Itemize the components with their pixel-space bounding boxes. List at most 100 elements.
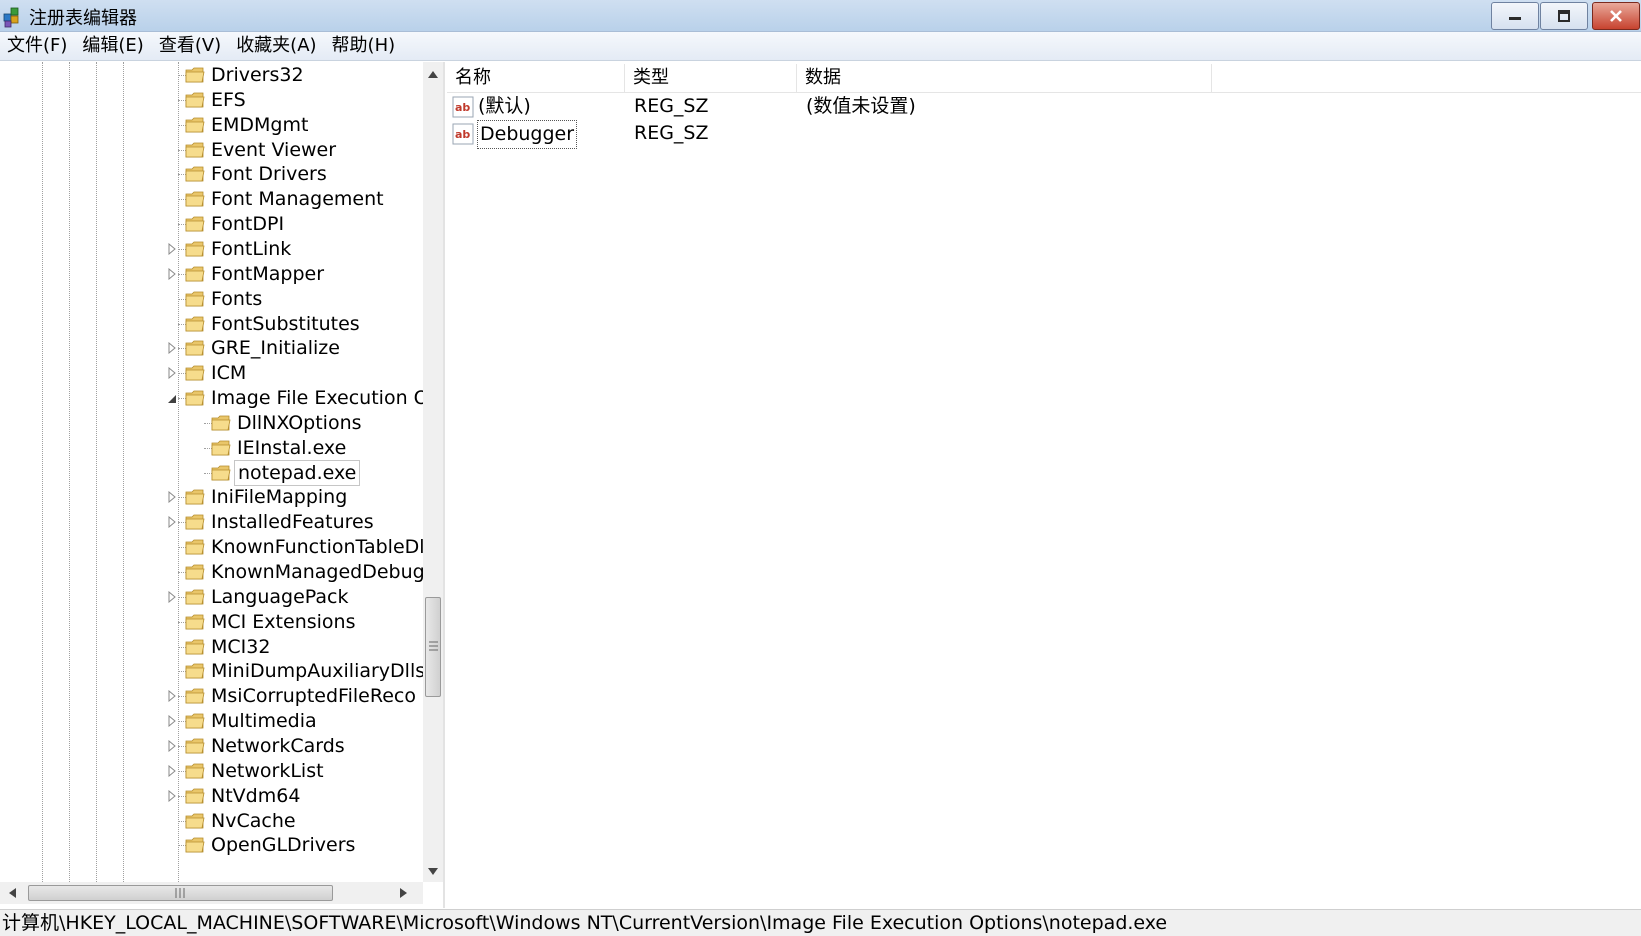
menu-view[interactable]: 查看(V) (152, 32, 229, 60)
tree-item-label: ICM (211, 362, 247, 385)
menu-file[interactable]: 文件(F) (0, 32, 75, 60)
maximize-button[interactable] (1540, 2, 1588, 30)
scroll-down-icon[interactable] (428, 868, 438, 876)
tree-item[interactable]: NtVdm64 (0, 783, 420, 809)
folder-icon (185, 117, 205, 133)
tree-item[interactable]: MiniDumpAuxiliaryDlls (0, 658, 425, 684)
grip-icon (175, 888, 185, 898)
folder-icon (185, 316, 205, 331)
column-header-name[interactable]: 名称 (447, 64, 625, 92)
menu-favorites[interactable]: 收藏夹(A) (229, 32, 324, 60)
folder-icon (185, 365, 205, 381)
tree-item[interactable]: IEInstal.exe (0, 435, 420, 461)
tree-expand-icon[interactable] (167, 764, 177, 777)
tree-item[interactable]: OpenGLDrivers (0, 832, 420, 858)
tree-item[interactable]: GRE_Initialize (0, 335, 420, 361)
tree-item-label: KnownFunctionTableDl (211, 536, 425, 559)
tree-expand-icon[interactable] (167, 491, 177, 504)
tree-item-label: FontDPI (211, 213, 285, 236)
tree-expand-icon[interactable] (167, 739, 177, 752)
tree-item[interactable]: DllNXOptions (0, 410, 420, 436)
value-row[interactable]: ab (默认) REG_SZ (数值未设置) (447, 93, 1641, 120)
tree-item-label: Drivers32 (211, 64, 304, 86)
folder-icon (185, 514, 205, 530)
scroll-up-icon[interactable] (428, 70, 438, 78)
tree-item[interactable]: IniFileMapping (0, 484, 420, 510)
scroll-left-icon[interactable] (8, 888, 16, 898)
close-button[interactable] (1592, 2, 1640, 30)
column-header-type[interactable]: 类型 (625, 64, 797, 92)
tree-item[interactable]: FontSubstitutes (0, 311, 420, 337)
tree-item-label: FontLink (211, 237, 292, 260)
tree-item[interactable]: InstalledFeatures (0, 509, 420, 535)
folder-icon (185, 589, 205, 605)
tree-item[interactable]: EMDMgmt (0, 112, 420, 138)
tree-item[interactable]: KnownManagedDebug (0, 559, 425, 585)
tree-item[interactable]: LanguagePack (0, 584, 420, 610)
tree-item[interactable]: ICM (0, 360, 420, 386)
tree-item[interactable]: FontMapper (0, 261, 420, 287)
tree-item[interactable]: Fonts (0, 286, 420, 312)
tree-expand-icon[interactable] (167, 267, 177, 280)
tree-item[interactable]: notepad.exe (0, 459, 420, 486)
tree-horizontal-scrollbar[interactable] (0, 882, 423, 904)
tree-item[interactable]: Drivers32 (0, 62, 420, 88)
registry-tree-pane: Drivers32 EFS EMDMgmt Event Viewer Font Driv… (0, 62, 445, 908)
tree-item-label: Event Viewer (211, 138, 337, 161)
tree-expand-icon[interactable] (167, 715, 177, 728)
tree-item[interactable]: EFS (0, 87, 420, 113)
tree-expand-icon[interactable] (167, 789, 177, 802)
folder-icon (185, 564, 205, 580)
column-header-data[interactable]: 数据 (797, 64, 1212, 92)
tree-vertical-scrollbar[interactable] (423, 62, 443, 882)
folder-icon (185, 340, 205, 356)
tree-item-label: GRE_Initialize (211, 337, 340, 360)
tree-item[interactable]: MCI Extensions (0, 609, 420, 635)
tree-expand-icon[interactable] (167, 516, 177, 529)
tree-item[interactable]: FontLink (0, 236, 420, 262)
tree-item-label: FontMapper (211, 262, 325, 285)
tree-item-label: NetworkCards (211, 734, 345, 757)
folder-icon (185, 166, 205, 182)
tree-collapse-icon[interactable] (167, 392, 177, 404)
tree-item-label: EMDMgmt (211, 113, 309, 136)
value-row[interactable]: ab Debugger REG_SZ (447, 120, 1641, 149)
tree-expand-icon[interactable] (167, 342, 177, 355)
tree-item[interactable]: KnownFunctionTableDl (0, 534, 425, 560)
tree-expand-icon[interactable] (167, 367, 177, 380)
folder-icon (185, 663, 205, 679)
tree-item[interactable]: FontDPI (0, 211, 420, 237)
tree-item[interactable]: Image File Execution O (0, 385, 429, 411)
tree-expand-icon[interactable] (167, 590, 177, 603)
tree-item-label: notepad.exe (234, 459, 361, 486)
tree-vertical-scroll-thumb[interactable] (425, 597, 441, 697)
window-title: 注册表编辑器 (29, 8, 137, 29)
tree-item-label: Image File Execution O (211, 387, 429, 410)
folder-icon (185, 713, 205, 729)
tree-item[interactable]: Font Drivers (0, 161, 420, 187)
tree-horizontal-scroll-thumb[interactable] (28, 885, 333, 901)
menu-edit[interactable]: 编辑(E) (75, 32, 151, 60)
tree-item[interactable]: NetworkCards (0, 733, 420, 759)
tree-item[interactable]: MCI32 (0, 634, 420, 660)
folder-icon (185, 788, 205, 804)
tree-expand-icon[interactable] (167, 690, 177, 703)
folder-icon (185, 813, 205, 828)
tree-expand-icon[interactable] (167, 242, 177, 255)
tree-item-label: NvCache (211, 809, 296, 832)
tree-item-label: MsiCorruptedFileReco (211, 685, 416, 708)
value-type: REG_SZ (634, 95, 709, 117)
tree-item[interactable]: Multimedia (0, 708, 420, 734)
tree-item[interactable]: Event Viewer (0, 137, 420, 163)
tree-item[interactable]: Font Management (0, 186, 420, 212)
tree-item-label: DllNXOptions (237, 411, 362, 434)
tree-item[interactable]: NvCache (0, 808, 420, 834)
tree-item[interactable]: MsiCorruptedFileReco (0, 683, 420, 709)
grip-icon (429, 641, 438, 651)
menu-help[interactable]: 帮助(H) (325, 32, 404, 60)
tree-item-label: IEInstal.exe (237, 436, 347, 459)
tree-item[interactable]: NetworkList (0, 758, 420, 784)
minimize-button[interactable] (1491, 2, 1539, 30)
scroll-right-icon[interactable] (400, 888, 408, 898)
tree-item-label: Multimedia (211, 710, 317, 733)
